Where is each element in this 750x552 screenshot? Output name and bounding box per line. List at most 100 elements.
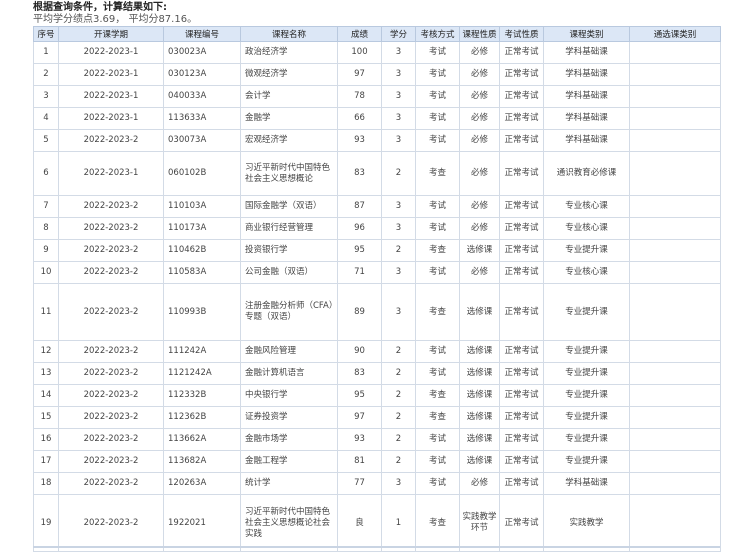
cell-exam-type: 正常考试	[499, 494, 544, 552]
table-row: 8 2022-2023-2 110173A 商业银行经营管理 96 3 考试 必修 正常考试 专业…	[33, 217, 721, 240]
table-footer-divider	[33, 546, 720, 548]
cell-seq: 13	[33, 362, 59, 385]
cell-elective-category	[629, 340, 721, 363]
cell-code: 1922021	[163, 494, 241, 552]
cell-nature: 必修	[459, 261, 500, 284]
cell-term: 2022-2023-1	[58, 85, 164, 108]
cell-elective-category	[629, 151, 721, 196]
cell-category: 专业核心课	[543, 195, 630, 218]
cell-category: 专业核心课	[543, 261, 630, 284]
cell-seq: 7	[33, 195, 59, 218]
cell-term: 2022-2023-2	[58, 261, 164, 284]
cell-elective-category	[629, 472, 721, 495]
cell-elective-category	[629, 428, 721, 451]
cell-assessment: 考试	[415, 340, 460, 363]
col-header-category[interactable]: 课程类别	[543, 26, 630, 42]
cell-code: 110993B	[163, 283, 241, 341]
cell-term: 2022-2023-2	[58, 340, 164, 363]
cell-elective-category	[629, 107, 721, 130]
cell-credit: 3	[381, 472, 416, 495]
table-row: 11 2022-2023-2 110993B 注册金融分析师（CFA）专题（双语） 89…	[33, 283, 721, 341]
cell-category: 学科基础课	[543, 472, 630, 495]
cell-code: 110462B	[163, 239, 241, 262]
cell-assessment: 考试	[415, 63, 460, 86]
cell-score: 97	[337, 63, 382, 86]
cell-elective-category	[629, 406, 721, 429]
cell-category: 专业核心课	[543, 217, 630, 240]
cell-seq: 14	[33, 384, 59, 407]
cell-seq: 10	[33, 261, 59, 284]
col-header-assessment[interactable]: 考核方式	[415, 26, 460, 42]
col-header-code[interactable]: 课程编号	[163, 26, 241, 42]
cell-code: 112362B	[163, 406, 241, 429]
cell-exam-type: 正常考试	[499, 340, 544, 363]
cell-name: 金融学	[240, 107, 338, 130]
cell-name: 证券投资学	[240, 406, 338, 429]
cell-credit: 2	[381, 450, 416, 473]
cell-term: 2022-2023-2	[58, 129, 164, 152]
cell-score: 87	[337, 195, 382, 218]
cell-credit: 3	[381, 85, 416, 108]
cell-elective-category	[629, 195, 721, 218]
table-row: 6 2022-2023-1 060102B 习近平新时代中国特色社会主义思想概论 83 2…	[33, 151, 721, 196]
cell-nature: 选修课	[459, 450, 500, 473]
cell-seq: 8	[33, 217, 59, 240]
cell-assessment: 考试	[415, 217, 460, 240]
col-header-credit[interactable]: 学分	[381, 26, 416, 42]
cell-category: 通识教育必修课	[543, 151, 630, 196]
cell-elective-category	[629, 384, 721, 407]
cell-exam-type: 正常考试	[499, 261, 544, 284]
table-row: 19 2022-2023-2 1922021 习近平新时代中国特色社会主义思想概论社会…	[33, 494, 721, 552]
cell-code: 113662A	[163, 428, 241, 451]
col-header-exam-type[interactable]: 考试性质	[499, 26, 544, 42]
table-row: 3 2022-2023-1 040033A 会计学 78 3 考试 必修 正常考试 学科基础课	[33, 85, 721, 108]
cell-score: 81	[337, 450, 382, 473]
cell-credit: 3	[381, 283, 416, 341]
col-header-nature[interactable]: 课程性质	[459, 26, 500, 42]
cell-nature: 必修	[459, 63, 500, 86]
cell-term: 2022-2023-2	[58, 362, 164, 385]
cell-name: 公司金融（双语）	[240, 261, 338, 284]
cell-seq: 5	[33, 129, 59, 152]
cell-credit: 2	[381, 151, 416, 196]
cell-category: 专业提升课	[543, 340, 630, 363]
table-row: 5 2022-2023-2 030073A 宏观经济学 93 3 考试 必修 正常考试 学科基础课	[33, 129, 721, 152]
cell-credit: 2	[381, 406, 416, 429]
cell-nature: 必修	[459, 151, 500, 196]
cell-code: 120263A	[163, 472, 241, 495]
cell-category: 专业提升课	[543, 384, 630, 407]
cell-score: 97	[337, 406, 382, 429]
col-header-name[interactable]: 课程名称	[240, 26, 338, 42]
cell-code: 113682A	[163, 450, 241, 473]
table-row: 12 2022-2023-2 111242A 金融风险管理 90 2 考试 选修课 正常考试 专业…	[33, 340, 721, 363]
cell-elective-category	[629, 283, 721, 341]
cell-exam-type: 正常考试	[499, 384, 544, 407]
cell-score: 95	[337, 239, 382, 262]
cell-assessment: 考试	[415, 107, 460, 130]
cell-code: 110583A	[163, 261, 241, 284]
cell-seq: 3	[33, 85, 59, 108]
cell-score: 96	[337, 217, 382, 240]
cell-assessment: 考试	[415, 450, 460, 473]
col-header-term[interactable]: 开课学期	[58, 26, 164, 42]
cell-name: 注册金融分析师（CFA）专题（双语）	[240, 283, 338, 341]
col-header-score[interactable]: 成绩	[337, 26, 382, 42]
cell-code: 110173A	[163, 217, 241, 240]
cell-exam-type: 正常考试	[499, 362, 544, 385]
results-title: 根据查询条件，计算结果如下:	[33, 2, 167, 13]
cell-term: 2022-2023-2	[58, 239, 164, 262]
cell-elective-category	[629, 41, 721, 64]
cell-score: 77	[337, 472, 382, 495]
cell-term: 2022-2023-2	[58, 428, 164, 451]
cell-credit: 2	[381, 428, 416, 451]
cell-exam-type: 正常考试	[499, 239, 544, 262]
cell-score: 71	[337, 261, 382, 284]
cell-exam-type: 正常考试	[499, 406, 544, 429]
cell-score: 93	[337, 129, 382, 152]
col-header-seq[interactable]: 序号	[33, 26, 59, 42]
cell-code: 113633A	[163, 107, 241, 130]
cell-category: 学科基础课	[543, 63, 630, 86]
cell-assessment: 考试	[415, 362, 460, 385]
col-header-elective-category[interactable]: 通选课类别	[629, 26, 721, 42]
cell-assessment: 考试	[415, 195, 460, 218]
